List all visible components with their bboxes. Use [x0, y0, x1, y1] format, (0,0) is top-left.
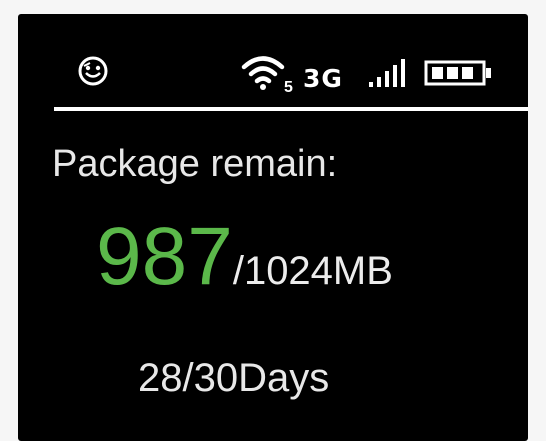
device-screen: 5 3G Package remain: 987/1024MB 28/30Day… [18, 14, 528, 441]
total-data-value: /1024MB [232, 249, 393, 293]
status-bar: 5 3G [18, 14, 528, 106]
battery-icon [424, 60, 491, 86]
wifi-clients-count: 5 [284, 79, 293, 96]
remaining-data-value: 987 [96, 211, 233, 302]
network-type: 3G [303, 64, 343, 93]
smiley-icon [78, 56, 108, 86]
package-remain-label: Package remain: [52, 143, 338, 185]
data-usage: 987/1024MB [96, 212, 393, 325]
status-divider [54, 107, 528, 111]
device-frame: 5 3G Package remain: 987/1024MB 28/30Day… [0, 0, 546, 441]
wifi-icon [241, 56, 285, 90]
days-remaining: 28/30Days [138, 356, 330, 400]
signal-icon [369, 59, 405, 87]
